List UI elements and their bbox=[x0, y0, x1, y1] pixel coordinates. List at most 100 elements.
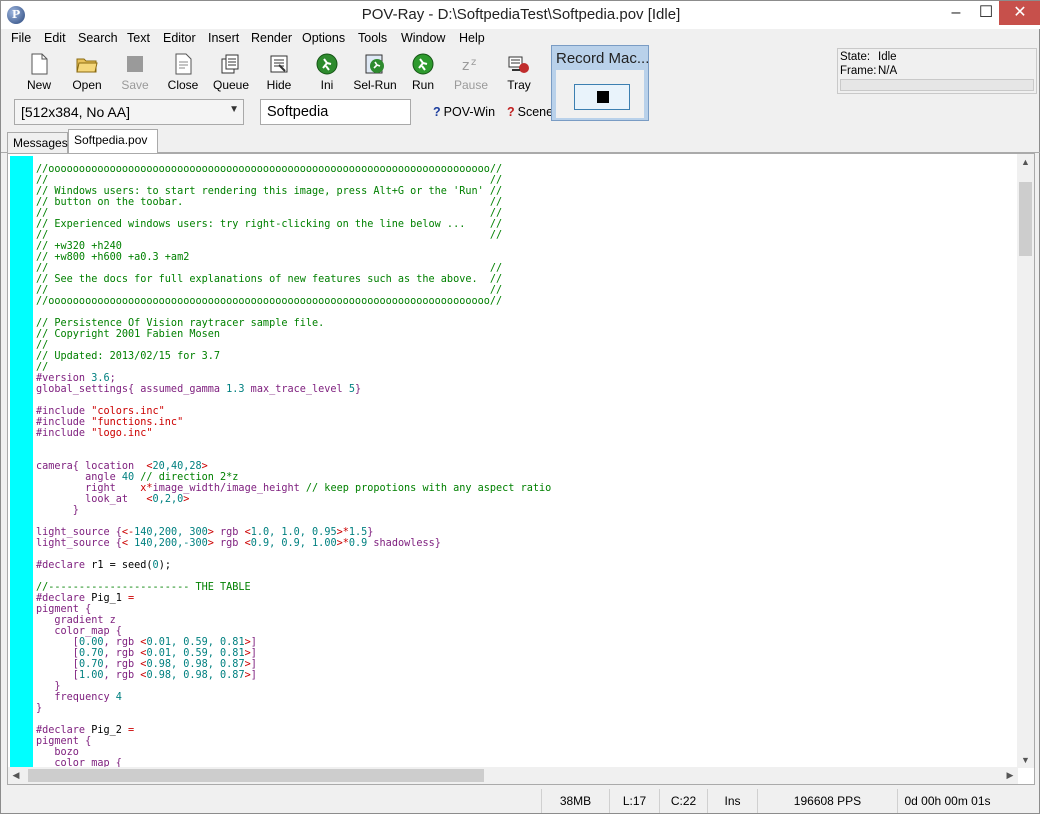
record-macro-window[interactable]: Record Mac... bbox=[551, 45, 649, 121]
code-token: #declare bbox=[36, 560, 92, 571]
scroll-down-arrow-icon[interactable]: ▼ bbox=[1017, 752, 1034, 768]
code-token: // Copyright 2001 Fabien Mosen bbox=[36, 329, 221, 340]
vertical-scroll-thumb[interactable] bbox=[1019, 182, 1032, 256]
sel-run-button[interactable]: Sel-Run bbox=[353, 51, 397, 95]
scroll-right-arrow-icon[interactable]: ▶ bbox=[1002, 767, 1018, 784]
code-token: right bbox=[36, 483, 141, 494]
code-token: >* bbox=[336, 527, 349, 538]
title-bar[interactable]: P POV-Ray - D:\SoftpediaTest\Softpedia.p… bbox=[1, 1, 1040, 29]
tray-button[interactable]: Tray bbox=[497, 51, 541, 95]
code-token: , rgb bbox=[103, 659, 141, 670]
render-progress-bar bbox=[840, 79, 1034, 91]
new-button[interactable]: New bbox=[17, 51, 61, 95]
code-token: <- bbox=[121, 527, 135, 538]
resolution-select[interactable]: [512x384, No AA] ▼ bbox=[14, 99, 244, 125]
queue-button[interactable]: Queue bbox=[209, 51, 253, 95]
scroll-up-arrow-icon[interactable]: ▲ bbox=[1017, 154, 1034, 170]
code-token: light_source { bbox=[36, 538, 122, 549]
code-token: 140,200, 300 bbox=[134, 527, 208, 538]
code-token: [ bbox=[36, 648, 79, 659]
tab-messages[interactable]: Messages bbox=[7, 132, 68, 153]
code-token: 140,200,-300 bbox=[134, 538, 208, 549]
code-token: r1 = seed( bbox=[91, 560, 153, 571]
code-line: light_source {< 140,200,-300> rgb <0.9, … bbox=[36, 538, 1026, 549]
stop-icon bbox=[597, 91, 609, 103]
code-token: 1.0, 1.0, 0.95 bbox=[250, 527, 337, 538]
code-token: 1.3 bbox=[226, 384, 245, 395]
svg-text:z: z bbox=[471, 57, 476, 68]
code-token: > bbox=[201, 461, 208, 472]
code-token: // Experienced windows users: try right-… bbox=[36, 219, 503, 230]
code-text-area[interactable]: //oooooooooooooooooooooooooooooooooooooo… bbox=[36, 164, 1026, 768]
pause-button[interactable]: zz Pause bbox=[449, 51, 493, 95]
tab-softpedia-pov[interactable]: Softpedia.pov bbox=[68, 129, 158, 154]
scroll-left-arrow-icon[interactable]: ◀ bbox=[8, 767, 24, 784]
horizontal-scrollbar[interactable]: ◀ ▶ bbox=[8, 767, 1018, 784]
code-token: gradient z bbox=[36, 615, 116, 626]
menu-options[interactable]: Options bbox=[302, 31, 345, 45]
code-line: } bbox=[36, 681, 1026, 692]
stop-recording-button[interactable] bbox=[574, 84, 630, 110]
menu-editor[interactable]: Editor bbox=[163, 31, 196, 45]
close-button[interactable]: ✕ bbox=[999, 1, 1040, 25]
sel-run-icon bbox=[365, 54, 384, 74]
code-line: // // bbox=[36, 175, 1026, 186]
queue-label: Queue bbox=[212, 78, 250, 92]
code-token: ; bbox=[109, 373, 116, 384]
code-line: [0.00, rgb <0.01, 0.59, 0.81>] bbox=[36, 637, 1026, 648]
menu-file[interactable]: File bbox=[11, 31, 31, 45]
code-line: // Windows users: to start rendering thi… bbox=[36, 186, 1026, 197]
code-line: #version 3.6; bbox=[36, 373, 1026, 384]
save-button[interactable]: Save bbox=[113, 51, 157, 95]
menu-insert[interactable]: Insert bbox=[208, 31, 239, 45]
menu-search[interactable]: Search bbox=[78, 31, 118, 45]
scene-help-label: Scene bbox=[517, 105, 554, 119]
scene-help-link[interactable]: ? Scene bbox=[507, 105, 553, 119]
code-token: shadowless} bbox=[367, 538, 441, 549]
status-line: L:17 bbox=[609, 789, 659, 813]
menu-edit[interactable]: Edit bbox=[44, 31, 66, 45]
code-line: camera{ location <20,40,28> bbox=[36, 461, 1026, 472]
code-line: look_at <0,2,0> bbox=[36, 494, 1026, 505]
code-token: "functions.inc" bbox=[91, 417, 184, 428]
menu-tools[interactable]: Tools bbox=[358, 31, 387, 45]
code-token: 4 bbox=[115, 692, 122, 703]
hide-button[interactable]: Hide bbox=[257, 51, 301, 95]
ini-button[interactable]: Ini bbox=[305, 51, 349, 95]
code-line: [0.70, rgb <0.01, 0.59, 0.81>] bbox=[36, 648, 1026, 659]
close-doc-button[interactable]: Close bbox=[161, 51, 205, 95]
code-editor[interactable]: //oooooooooooooooooooooooooooooooooooooo… bbox=[7, 153, 1035, 785]
code-line: // +w320 +h240 bbox=[36, 241, 1026, 252]
code-token: } bbox=[36, 505, 79, 516]
frame-value: N/A bbox=[878, 65, 898, 77]
menu-text[interactable]: Text bbox=[127, 31, 150, 45]
pov-win-help-link[interactable]: ? POV-Win bbox=[433, 105, 495, 119]
code-token: // direction 2*z bbox=[134, 472, 239, 483]
code-line: global_settings{ assumed_gamma 1.3 max_t… bbox=[36, 384, 1026, 395]
menu-window[interactable]: Window bbox=[401, 31, 445, 45]
scene-name-field[interactable]: Softpedia bbox=[260, 99, 411, 125]
code-token: // // bbox=[36, 175, 503, 186]
code-token: max_trace_level bbox=[244, 384, 349, 395]
code-token: [ bbox=[36, 659, 79, 670]
vertical-scrollbar[interactable]: ▲ ▼ bbox=[1017, 154, 1034, 768]
code-line: // button on the toobar. // bbox=[36, 197, 1026, 208]
code-token: light_source { bbox=[36, 527, 122, 538]
code-token: , rgb bbox=[103, 637, 141, 648]
menu-render[interactable]: Render bbox=[251, 31, 292, 45]
maximize-button[interactable]: ☐ bbox=[971, 1, 1001, 25]
run-button[interactable]: Run bbox=[401, 51, 445, 95]
menu-help[interactable]: Help bbox=[459, 31, 485, 45]
code-line: } bbox=[36, 703, 1026, 714]
editor-tabs: Messages Softpedia.pov bbox=[1, 129, 1040, 154]
code-line: #include "functions.inc" bbox=[36, 417, 1026, 428]
open-button[interactable]: Open bbox=[65, 51, 109, 95]
minimize-button[interactable]: – bbox=[941, 1, 971, 25]
code-token: >* bbox=[336, 538, 349, 549]
code-token: #include bbox=[36, 428, 92, 439]
horizontal-scroll-thumb[interactable] bbox=[28, 769, 484, 782]
save-icon bbox=[127, 56, 143, 72]
code-token: } bbox=[354, 384, 362, 395]
